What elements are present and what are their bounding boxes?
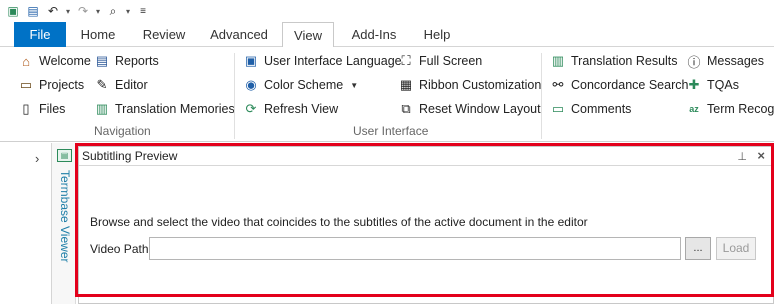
files-icon: ▯ [22,101,30,116]
ribbon-customization-label: Ribbon Customization [419,78,542,92]
group-separator [541,53,542,139]
browse-button[interactable]: ... [685,237,711,260]
projects-button[interactable]: ▭ Projects [18,75,84,95]
full-screen-label: Full Screen [419,54,483,68]
editor-label: Editor [115,78,148,92]
term-recognition-button[interactable]: az Term Recogn [686,99,774,119]
undo-icon[interactable]: ↶ [46,4,60,18]
app-icon[interactable]: ▣ [6,4,20,18]
preview-dropdown-icon[interactable]: ▾ [126,7,130,16]
files-button[interactable]: ▯ Files [18,99,65,119]
redo-icon[interactable]: ↷ [76,4,90,18]
files-label: Files [39,102,66,116]
tab-add-ins[interactable]: Add-Ins [344,22,404,47]
tab-home[interactable]: Home [74,22,122,47]
home-icon: ⌂ [22,53,30,69]
term-recognition-label: Term Recogn [707,102,774,116]
tab-review[interactable]: Review [136,22,192,47]
tab-file[interactable]: File [14,22,66,47]
user-interface-language-button[interactable]: ▣ User Interface Language [243,51,402,71]
reset-window-layout-button[interactable]: ⧉ Reset Window Layout [398,99,541,119]
concordance-search-button[interactable]: ⚯ Concordance Search [550,75,689,95]
full-screen-button[interactable]: ⛶ Full Screen [398,51,482,71]
tqas-icon: ✚ [688,77,700,92]
redo-dropdown-icon[interactable]: ▾ [96,7,100,16]
undo-dropdown-icon[interactable]: ▾ [66,7,70,16]
panel-hint: Browse and select the video that coincid… [90,215,588,229]
color-scheme-icon: ◉ [245,77,257,92]
color-scheme-button[interactable]: ◉ Color Scheme ▼ [243,75,358,95]
reports-button[interactable]: ▤ Reports [94,51,159,71]
subtitling-preview-panel: Subtitling Preview ⊥ × Browse and select… [78,146,774,304]
reports-icon: ▤ [95,53,109,68]
language-icon: ▣ [244,53,258,68]
translation-results-button[interactable]: ▥ Translation Results [550,51,678,71]
refresh-icon: ⟳ [245,101,257,116]
termbase-viewer-label[interactable]: Termbase Viewer [58,170,72,262]
ribbon-customization-icon: ▦ [399,77,413,92]
translation-memories-label: Translation Memories [115,102,235,116]
ribbon-tabs: File Home Review Advanced View Add-Ins H… [0,22,774,48]
reset-window-layout-label: Reset Window Layout [419,102,541,116]
comments-button[interactable]: ▭ Comments [550,99,632,119]
user-interface-language-label: User Interface Language [264,54,402,68]
refresh-view-label: Refresh View [264,102,339,116]
left-pane [0,143,52,304]
close-icon[interactable]: × [757,148,765,163]
translation-results-icon: ▥ [551,53,565,68]
editor-icon: ✎ [96,77,108,92]
panel-title: Subtitling Preview [79,147,773,166]
tab-help[interactable]: Help [414,22,460,47]
user-interface-group-label: User Interface [353,124,429,138]
save-icon[interactable]: ▤ [26,4,40,18]
load-button[interactable]: Load [716,237,756,260]
full-screen-icon: ⛶ [401,53,411,68]
tqas-button[interactable]: ✚ TQAs [686,75,739,95]
preview-icon[interactable]: ⌕ [106,4,120,18]
color-scheme-label: Color Scheme [264,78,344,92]
reset-layout-icon: ⧉ [401,101,411,116]
quick-access-toolbar: ▣ ▤ ↶ ▾ ↷ ▾ ⌕ ▾ ≡ [0,0,774,22]
messages-button[interactable]: ⓘ Messages [686,51,764,71]
chevron-down-icon: ▼ [350,80,359,90]
tqas-label: TQAs [707,78,739,92]
group-separator [234,53,235,139]
translation-memories-icon: ▥ [95,101,109,116]
messages-icon: ⓘ [687,54,701,70]
navigation-group-label: Navigation [94,124,151,138]
video-path-label: Video Path: [90,242,152,256]
comments-icon: ▭ [551,101,565,116]
projects-icon: ▭ [19,77,33,92]
ribbon-panel: ⌂ Welcome ▭ Projects ▯ Files ▤ Reports ✎… [0,47,774,142]
ribbon-customization-button[interactable]: ▦ Ribbon Customization [398,75,541,95]
video-path-input[interactable] [149,237,681,260]
editor-button[interactable]: ✎ Editor [94,75,148,95]
welcome-label: Welcome [39,54,91,68]
concordance-search-label: Concordance Search [571,78,689,92]
term-recognition-icon: az [689,104,699,114]
refresh-view-button[interactable]: ⟳ Refresh View [243,99,339,119]
concordance-search-icon: ⚯ [552,77,564,92]
projects-label: Projects [39,78,85,92]
tab-advanced[interactable]: Advanced [204,22,274,47]
welcome-button[interactable]: ⌂ Welcome [18,51,91,71]
tab-view[interactable]: View [282,22,334,48]
reports-label: Reports [115,54,159,68]
translation-results-label: Translation Results [571,54,678,68]
termbase-icon: ▤ [57,149,72,162]
chevron-right-icon[interactable]: › [35,151,39,166]
translation-memories-button[interactable]: ▥ Translation Memories [94,99,235,119]
customize-icon[interactable]: ≡ [136,4,150,18]
messages-label: Messages [707,54,764,68]
pin-icon[interactable]: ⊥ [737,150,747,163]
comments-label: Comments [571,102,632,116]
